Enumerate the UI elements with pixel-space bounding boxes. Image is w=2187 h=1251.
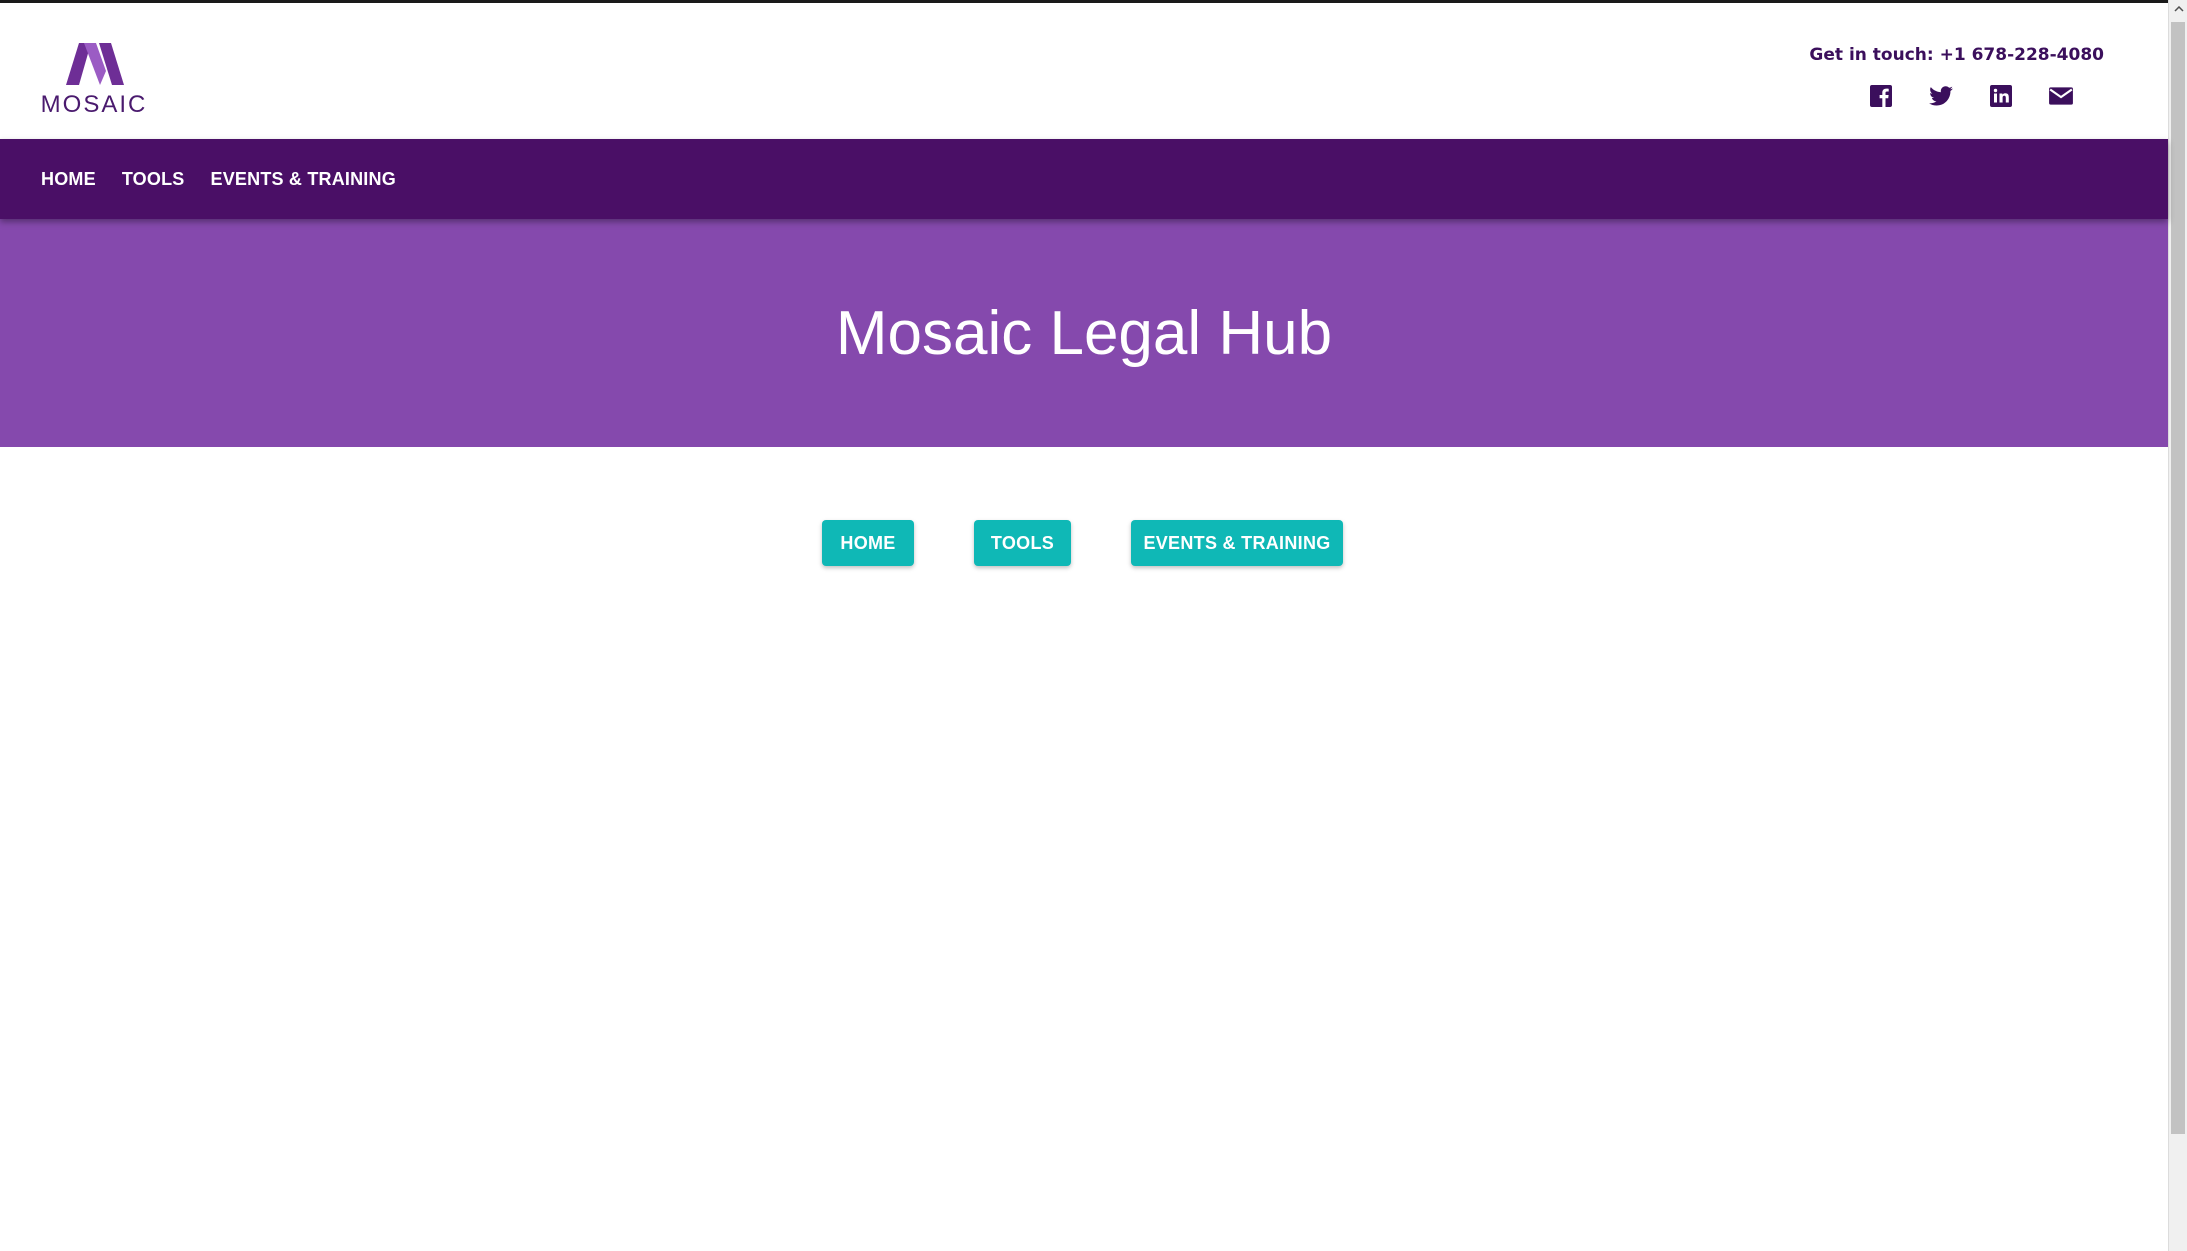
nav-item-events-training[interactable]: EVENTS & TRAINING — [211, 169, 396, 190]
main-navbar: HOME TOOLS EVENTS & TRAINING — [0, 139, 2168, 219]
events-training-button[interactable]: EVENTS & TRAINING — [1131, 520, 1343, 566]
mail-icon[interactable] — [2048, 83, 2074, 109]
nav-menu: HOME TOOLS EVENTS & TRAINING — [41, 139, 396, 219]
hero-banner: Mosaic Legal Hub — [0, 219, 2168, 447]
site-header: MOSAIC Get in touch: +1 678-228-4080 — [0, 3, 2168, 139]
mosaic-logo[interactable]: MOSAIC — [38, 43, 150, 121]
logo-text: MOSAIC — [40, 91, 148, 118]
facebook-icon[interactable] — [1868, 83, 1894, 109]
page-title: Mosaic Legal Hub — [835, 298, 1333, 368]
linkedin-icon[interactable] — [1988, 83, 2014, 109]
scroll-up-arrow-icon[interactable] — [2169, 0, 2187, 18]
page: MOSAIC Get in touch: +1 678-228-4080 HOM… — [0, 0, 2187, 1251]
social-links — [1868, 83, 2074, 109]
scrollbar-thumb[interactable] — [2171, 22, 2185, 1134]
home-button[interactable]: HOME — [822, 520, 914, 566]
tools-button[interactable]: TOOLS — [974, 520, 1071, 566]
nav-item-tools[interactable]: TOOLS — [122, 169, 185, 190]
vertical-scrollbar[interactable] — [2168, 0, 2187, 1251]
contact-phone[interactable]: Get in touch: +1 678-228-4080 — [1809, 45, 2104, 65]
mosaic-logo-mark-icon — [66, 43, 124, 85]
twitter-icon[interactable] — [1928, 83, 1954, 109]
quick-links: HOME TOOLS EVENTS & TRAINING — [0, 520, 2168, 566]
nav-item-home[interactable]: HOME — [41, 169, 96, 190]
